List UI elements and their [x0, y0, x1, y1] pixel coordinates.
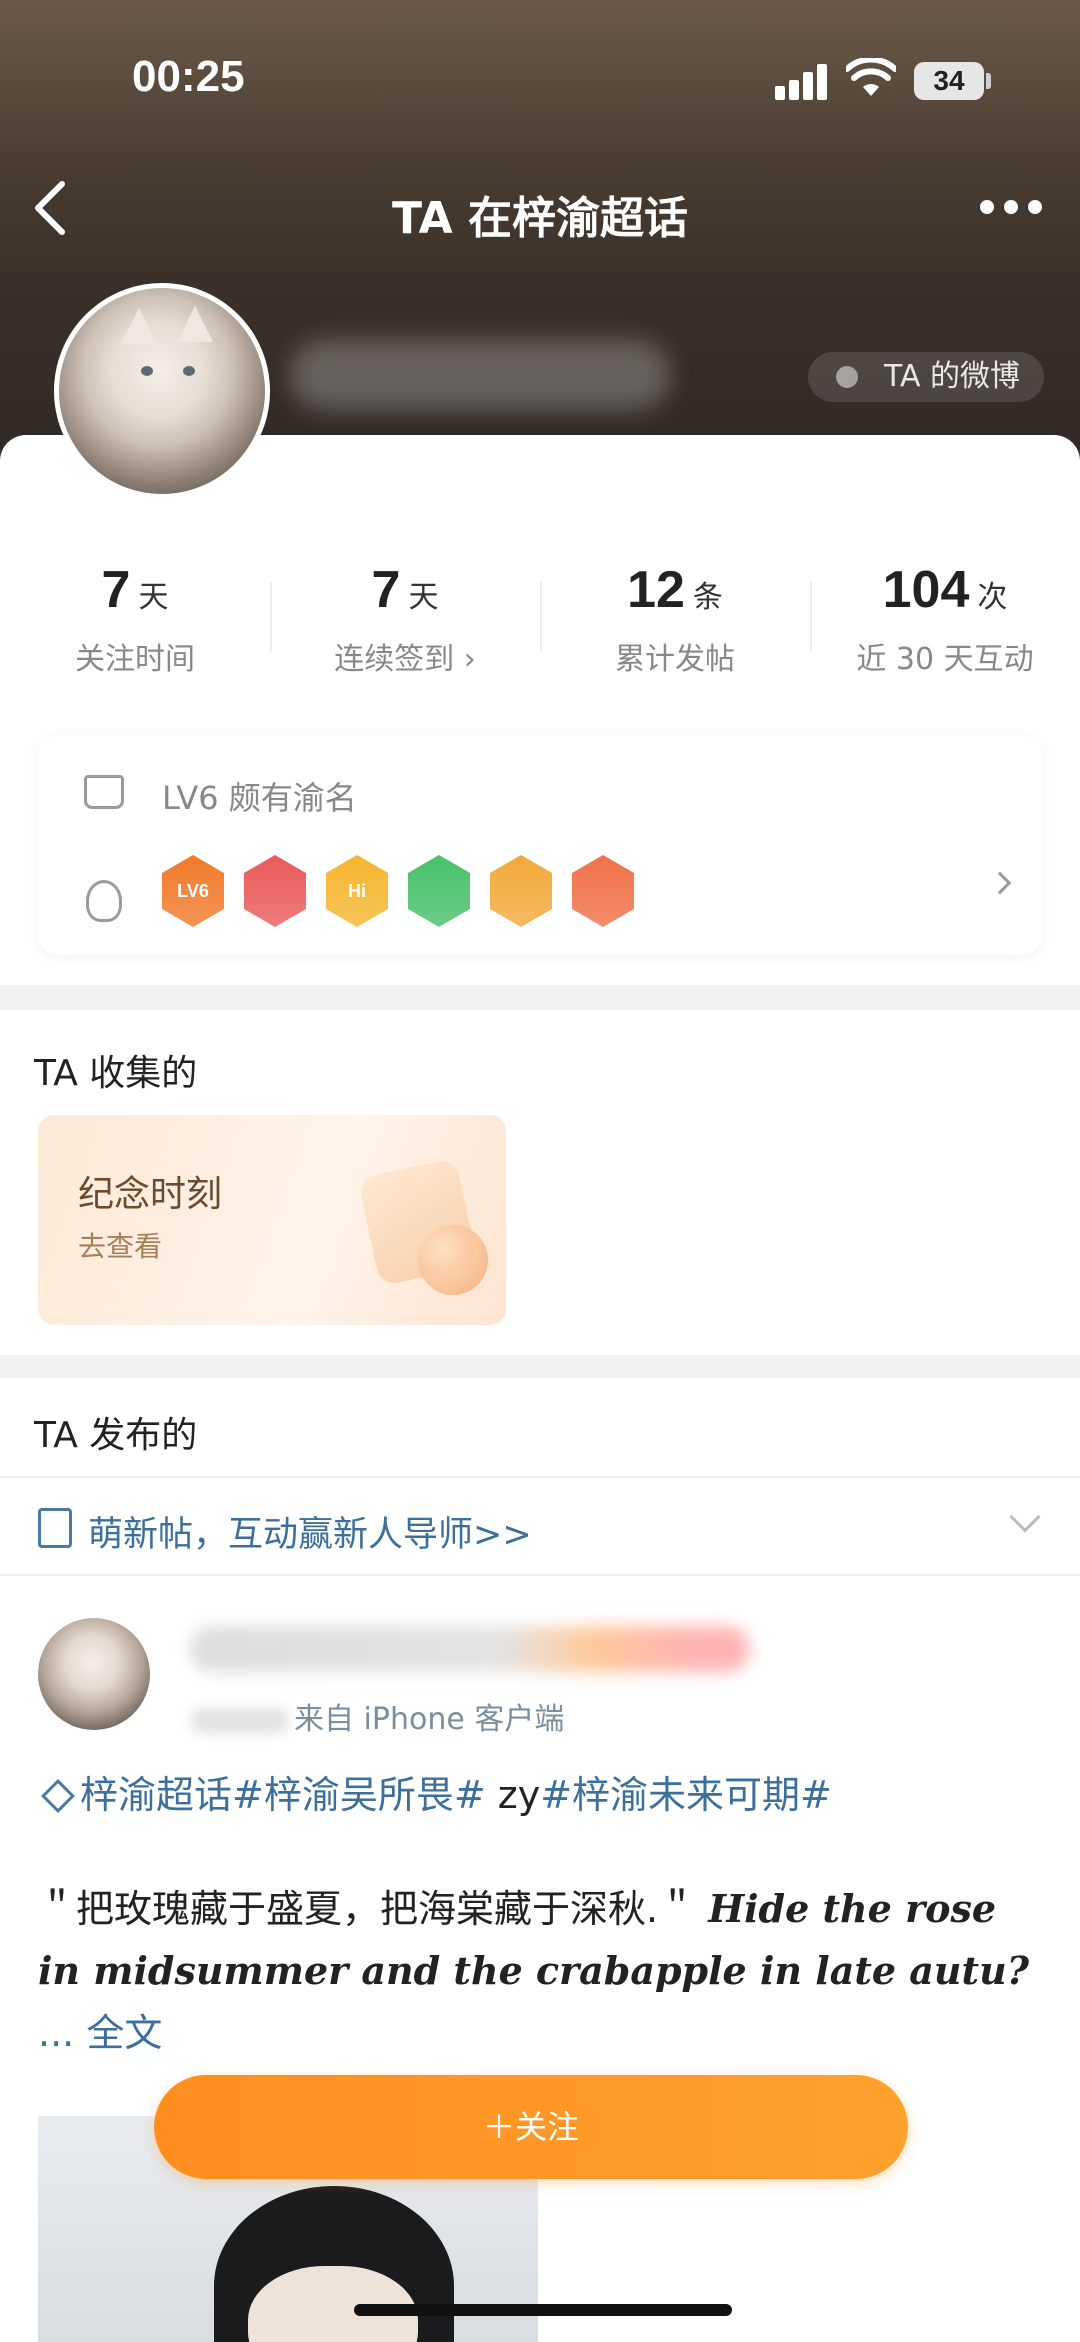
memory-card-title: 纪念时刻 — [78, 1174, 223, 1215]
collections-title: TA 收集的 — [34, 1053, 198, 1094]
stat-unit: 天 — [138, 580, 169, 615]
post-body: ＂把玫瑰藏于盛夏，把海棠藏于深秋.＂ Hide the rose in mids… — [38, 1878, 1048, 2064]
posts-title: TA 发布的 — [34, 1415, 198, 1456]
memory-moments-card[interactable]: 纪念时刻 去查看 — [38, 1115, 506, 1325]
supertopic-diamond-icon — [41, 1778, 75, 1813]
stats-row: 7天 关注时间 7天 连续签到 › 12 条 累计发帖 104 次 近 30 天互动 — [0, 560, 1080, 680]
badge-3-icon[interactable]: Hi — [326, 855, 388, 927]
read-more-link[interactable]: ... 全文 — [38, 2011, 162, 2055]
stat-follow-days: 7天 关注时间 — [0, 560, 270, 680]
stat-interactions: 104 次 近 30 天互动 — [810, 560, 1080, 680]
chevron-right-icon[interactable] — [988, 871, 1012, 895]
collections-section: TA 收集的 纪念时刻 去查看 — [0, 1010, 1080, 1355]
tag-supertopic[interactable]: 梓渝超话 — [80, 1773, 232, 1817]
badge-6-icon[interactable] — [572, 855, 634, 927]
stat-unit: 次 — [977, 580, 1008, 615]
user-avatar[interactable] — [54, 283, 270, 499]
username-blurred — [290, 340, 670, 410]
tag-topic-1[interactable]: #梓渝吴所畏# — [232, 1773, 486, 1817]
stat-label: 关注时间 — [75, 642, 195, 677]
level-text: LV6 颇有渝名 — [162, 779, 357, 817]
post-source-text: 来自 iPhone 客户端 — [294, 1702, 565, 1737]
stat-total-posts: 12 条 累计发帖 — [540, 560, 810, 680]
stat-number: 7 — [101, 561, 131, 619]
badge-1-icon[interactable]: LV6 — [162, 855, 224, 927]
medal-icon — [86, 880, 122, 922]
stat-number: 104 — [882, 561, 970, 619]
post-author-avatar[interactable] — [38, 1618, 150, 1730]
page-title: TA 在梓渝超话 — [392, 193, 688, 244]
post-author-name-blurred[interactable] — [190, 1626, 750, 1672]
more-options-icon[interactable] — [980, 200, 1042, 216]
follow-button[interactable]: ＋关注 — [154, 2075, 908, 2179]
tag-plain-text: zy — [485, 1773, 541, 1817]
stat-unit: 条 — [692, 580, 723, 615]
weibo-link-label: TA 的微博 — [884, 359, 1021, 394]
decor-ball — [418, 1225, 488, 1295]
chevron-down-icon[interactable] — [1009, 1501, 1041, 1533]
post-body-chinese: ＂把玫瑰藏于盛夏，把海棠藏于深秋.＂ — [38, 1887, 697, 1931]
badge-5-icon[interactable] — [490, 855, 552, 927]
status-time: 00:25 — [132, 52, 245, 101]
badge-list: LV6 Hi — [162, 855, 654, 927]
stat-unit: 天 — [408, 580, 439, 615]
signal-icon — [775, 60, 835, 100]
crown-icon — [84, 775, 124, 809]
profile-card: 7天 关注时间 7天 连续签到 › 12 条 累计发帖 104 次 近 30 天互动… — [0, 435, 1080, 985]
level-badges-box[interactable]: LV6 颇有渝名 LV6 Hi — [38, 735, 1042, 955]
stat-label: 累计发帖 — [615, 642, 735, 677]
battery-icon: 34 — [914, 62, 984, 100]
notice-text[interactable]: 萌新帖，互动赢新人导师>> — [88, 1506, 532, 1557]
stat-number: 12 — [627, 561, 685, 619]
stat-number: 7 — [371, 561, 401, 619]
post-tags: 梓渝超话#梓渝吴所畏# zy#梓渝未来可期# — [38, 1764, 832, 1819]
badge-2-icon[interactable] — [244, 855, 306, 927]
home-indicator — [354, 2304, 732, 2316]
status-bar: 00:25 34 — [0, 0, 1080, 150]
stat-checkin-streak[interactable]: 7天 连续签到 › — [270, 560, 540, 680]
memory-card-link[interactable]: 去查看 — [78, 1225, 162, 1265]
stat-label: 连续签到 › — [334, 642, 476, 677]
notice-document-icon — [38, 1508, 72, 1548]
post-source: 来自 iPhone 客户端 — [190, 1694, 564, 1738]
weibo-link-button[interactable]: TA 的微博 — [808, 352, 1044, 402]
badge-4-icon[interactable] — [408, 855, 470, 927]
wifi-icon — [846, 58, 896, 96]
newbie-notice-bar[interactable]: 萌新帖，互动赢新人导师>> — [0, 1476, 1080, 1576]
battery-tip — [986, 73, 991, 89]
stat-label: 近 30 天互动 — [856, 642, 1034, 677]
weibo-dot-icon — [836, 366, 858, 388]
posts-section: TA 发布的 萌新帖，互动赢新人导师>> 来自 iPhone 客户端 梓渝超话#… — [0, 1378, 1080, 2342]
tag-topic-2[interactable]: #梓渝未来可期# — [540, 1773, 832, 1817]
